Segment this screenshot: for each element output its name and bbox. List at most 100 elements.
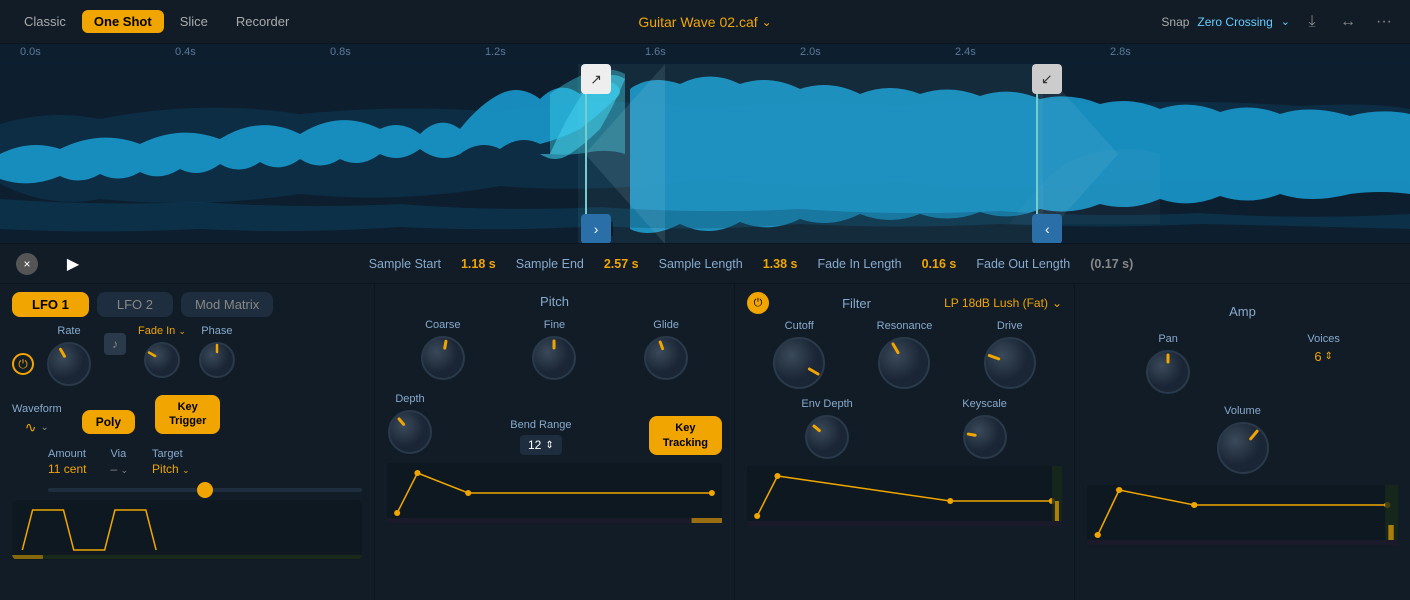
fade-out-value: (0.17 s): [1090, 257, 1133, 271]
waveform-selector[interactable]: Waveform ∿ ⌄: [12, 403, 62, 436]
fade-in-knob-group: Fade In ⌄: [138, 325, 186, 379]
close-button[interactable]: ×: [16, 253, 38, 275]
bend-range-value[interactable]: 12 ⇕: [520, 435, 562, 455]
coarse-knob[interactable]: [420, 335, 466, 381]
volume-knob[interactable]: [1216, 421, 1270, 475]
sample-start-label: Sample Start: [369, 257, 441, 271]
waveform-container[interactable]: 0.0s 0.4s 0.8s 1.2s 1.6s 2.0s 2.4s 2.8s …: [0, 44, 1410, 244]
poly-button[interactable]: Poly: [82, 410, 135, 434]
start-marker[interactable]: ↗ › A#3: [585, 64, 587, 244]
top-nav: Classic One Shot Slice Recorder Guitar W…: [0, 0, 1410, 44]
fine-knob[interactable]: [531, 335, 577, 381]
tab-classic[interactable]: Classic: [12, 10, 78, 33]
glide-label: Glide: [653, 319, 679, 331]
rate-knob-group: Rate: [46, 325, 92, 387]
cutoff-knob[interactable]: [772, 336, 826, 390]
key-trigger-button[interactable]: Key Trigger: [155, 395, 220, 434]
lfo2-tab[interactable]: LFO 2: [97, 292, 173, 317]
lfo-envelope: [12, 500, 362, 560]
fine-knob-group: Fine: [531, 319, 577, 381]
transport-info: Sample Start 1.18 s Sample End 2.57 s Sa…: [108, 257, 1394, 271]
fade-in-value: 0.16 s: [922, 257, 957, 271]
file-title[interactable]: Guitar Wave 02.caf ⌄: [638, 14, 771, 30]
env-depth-knob[interactable]: [804, 414, 850, 460]
sample-length-value: 1.38 s: [763, 257, 798, 271]
volume-knob-group: Volume: [1216, 405, 1270, 475]
keyscale-knob[interactable]: [962, 414, 1008, 460]
resonance-knob[interactable]: [877, 336, 931, 390]
fade-in-label: Fade In ⌄: [138, 325, 186, 337]
target-group: Target Pitch ⌄: [152, 448, 190, 476]
voices-label: Voices: [1307, 333, 1339, 345]
pitch-title: Pitch: [387, 284, 722, 315]
pan-knob[interactable]: [1145, 349, 1191, 395]
coarse-label: Coarse: [425, 319, 460, 331]
depth-knob[interactable]: [387, 409, 433, 455]
filter-power-button[interactable]: ⏻: [747, 292, 769, 314]
time-0: 0.0s: [20, 46, 41, 58]
amp-header: Amp: [1087, 284, 1398, 329]
time-6: 2.4s: [955, 46, 976, 58]
amount-value: 11 cent: [48, 462, 86, 476]
snap-chevron-icon[interactable]: ⌄: [1281, 15, 1290, 28]
phase-knob[interactable]: [198, 341, 236, 379]
end-marker[interactable]: ↗ ‹: [1036, 64, 1038, 244]
resonance-knob-group: Resonance: [877, 320, 933, 390]
tab-oneshot[interactable]: One Shot: [82, 10, 164, 33]
back-icon: ‹: [1045, 221, 1050, 237]
keyscale-label: Keyscale: [962, 398, 1007, 410]
play-button[interactable]: ▶: [62, 253, 84, 275]
tab-recorder[interactable]: Recorder: [224, 10, 301, 33]
keyscale-knob-group: Keyscale: [962, 398, 1008, 460]
drive-knob[interactable]: [983, 336, 1037, 390]
sample-end-label: Sample End: [516, 257, 584, 271]
filter-knobs-row: Cutoff Resonance Drive: [747, 318, 1062, 392]
tab-slice[interactable]: Slice: [168, 10, 220, 33]
mod-matrix-button[interactable]: Mod Matrix: [181, 292, 273, 317]
time-4: 1.6s: [645, 46, 666, 58]
pitch-row2: Depth Bend Range 12 ⇕ Key Tracking: [387, 385, 722, 459]
fade-in-knob[interactable]: [143, 341, 181, 379]
phase-knob-group: Phase: [198, 325, 236, 379]
filter-header: ⏻ Filter LP 18dB Lush (Fat) ⌄: [747, 284, 1062, 318]
filter-row2: Env Depth Keyscale: [747, 392, 1062, 462]
snap-area: Snap Zero Crossing ⌄ ⤓ ↔ ···: [1161, 8, 1398, 36]
filter-title: Filter: [777, 296, 936, 311]
lfo-tabs: LFO 1 LFO 2 Mod Matrix: [0, 284, 374, 325]
lfo1-tab[interactable]: LFO 1: [12, 292, 89, 317]
time-2: 0.8s: [330, 46, 351, 58]
env-depth-label: Env Depth: [801, 398, 852, 410]
fade-out-label: Fade Out Length: [976, 257, 1070, 271]
drive-knob-group: Drive: [983, 320, 1037, 390]
fade-in-label: Fade In Length: [817, 257, 901, 271]
voices-group: Voices 6 ⇕: [1307, 333, 1339, 395]
start-handle-bottom[interactable]: ›: [581, 214, 611, 244]
start-handle-top[interactable]: ↗: [581, 64, 611, 94]
more-icon[interactable]: ···: [1370, 8, 1398, 36]
key-tracking-button[interactable]: Key Tracking: [649, 416, 722, 455]
expand-icon[interactable]: ⤓: [1298, 8, 1326, 36]
end-handle-top[interactable]: ↗: [1032, 64, 1062, 94]
note-icon[interactable]: ♪: [104, 333, 126, 355]
voices-stepper-icon: ⇕: [1325, 351, 1333, 362]
time-1: 0.4s: [175, 46, 196, 58]
lfo-power-button[interactable]: ⏻: [12, 353, 34, 375]
lfo-slider[interactable]: [48, 488, 362, 492]
target-label: Target: [152, 448, 190, 460]
cutoff-label: Cutoff: [785, 320, 814, 332]
end-handle-bottom[interactable]: ‹: [1032, 214, 1062, 244]
target-value: Pitch ⌄: [152, 462, 190, 476]
voices-value[interactable]: 6 ⇕: [1314, 349, 1333, 364]
waveform-icon: ∿: [25, 419, 37, 436]
amp-envelope: [1087, 485, 1398, 545]
rate-knob[interactable]: [46, 341, 92, 387]
snap-value[interactable]: Zero Crossing: [1197, 15, 1272, 29]
pitch-envelope: [387, 463, 722, 523]
lfo-slider-thumb[interactable]: [197, 482, 213, 498]
depth-knob-group: Depth: [387, 393, 433, 455]
glide-knob[interactable]: [643, 335, 689, 381]
filter-model[interactable]: LP 18dB Lush (Fat) ⌄: [944, 296, 1062, 310]
file-chevron-icon[interactable]: ⌄: [762, 15, 772, 29]
fit-icon[interactable]: ↔: [1334, 8, 1362, 36]
filter-section: ⏻ Filter LP 18dB Lush (Fat) ⌄ Cutoff Res…: [735, 284, 1075, 600]
